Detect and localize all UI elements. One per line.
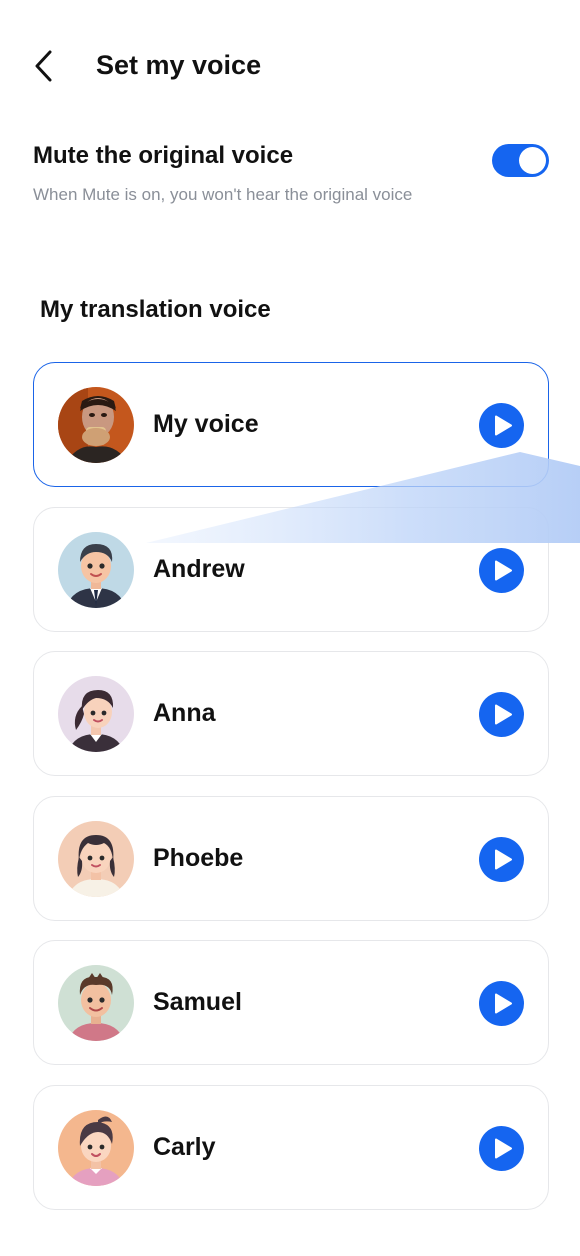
- play-icon: [495, 704, 512, 725]
- cartoon-girl-avatar: [58, 1109, 134, 1186]
- voice-card-anna[interactable]: Anna: [33, 651, 549, 776]
- section-title: My translation voice: [40, 296, 271, 323]
- voice-card-andrew[interactable]: Andrew: [33, 506, 549, 632]
- mute-description: When Mute is on, you won't hear the orig…: [33, 185, 413, 204]
- voice-name: Carly: [153, 1132, 216, 1161]
- cartoon-man-suit-avatar: [58, 531, 134, 608]
- voice-card-carly[interactable]: Carly: [33, 1084, 549, 1210]
- voice-card-phoebe[interactable]: Phoebe: [33, 795, 549, 921]
- mute-title: Mute the original voice: [33, 142, 294, 169]
- cartoon-woman-avatar: [58, 820, 134, 897]
- voice-card-my-voice[interactable]: My voice: [33, 362, 549, 487]
- play-button[interactable]: [479, 403, 524, 448]
- play-icon: [495, 415, 512, 436]
- user-photo-avatar: [58, 387, 134, 463]
- mute-setting: Mute the original voice When Mute is on,…: [33, 142, 549, 205]
- play-icon: [495, 849, 512, 869]
- header-bar: Set my voice: [0, 30, 580, 100]
- voice-name: Andrew: [153, 554, 245, 583]
- voice-name: Anna: [153, 699, 216, 727]
- play-icon: [495, 993, 512, 1014]
- page-title: Set my voice: [96, 50, 262, 80]
- play-button[interactable]: [479, 981, 524, 1026]
- mute-toggle[interactable]: [492, 144, 549, 177]
- play-button[interactable]: [479, 836, 524, 882]
- cartoon-woman-ponytail-avatar: [58, 676, 134, 752]
- voice-name: Phoebe: [153, 843, 244, 872]
- voice-list: My voice Andrew Anna Phoebe Samuel Carly: [33, 362, 549, 1229]
- play-icon: [495, 1138, 512, 1158]
- voice-card-samuel[interactable]: Samuel: [33, 940, 549, 1065]
- chevron-left-icon: [35, 50, 52, 82]
- play-button[interactable]: [479, 692, 524, 737]
- cartoon-man-avatar: [58, 965, 134, 1041]
- toggle-knob: [519, 147, 546, 174]
- play-button[interactable]: [479, 547, 524, 593]
- play-button[interactable]: [479, 1125, 524, 1171]
- voice-name: My voice: [153, 410, 259, 438]
- voice-name: Samuel: [153, 988, 242, 1016]
- back-button[interactable]: [26, 48, 62, 84]
- play-icon: [495, 560, 512, 580]
